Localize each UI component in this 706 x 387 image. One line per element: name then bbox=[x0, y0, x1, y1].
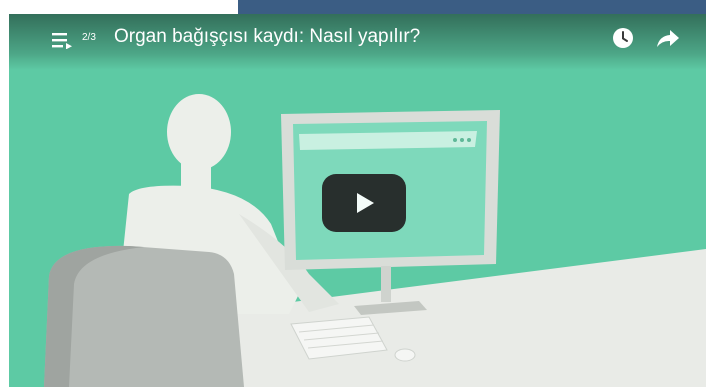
play-button[interactable] bbox=[322, 174, 406, 232]
share-arrow-icon bbox=[657, 30, 679, 47]
video-title[interactable]: Organ bağışçısı kaydı: Nasıl yapılır? bbox=[114, 26, 420, 48]
playlist-position: 2/3 bbox=[82, 32, 96, 43]
clock-icon bbox=[613, 28, 633, 48]
video-player[interactable]: 2/3 Organ bağışçısı kaydı: Nasıl yapılır… bbox=[9, 14, 706, 387]
mouse bbox=[394, 348, 416, 362]
title-bar: 2/3 Organ bağışçısı kaydı: Nasıl yapılır… bbox=[9, 14, 706, 70]
share-button[interactable] bbox=[654, 25, 682, 51]
page-header-strip bbox=[238, 0, 706, 14]
playlist-icon bbox=[52, 33, 72, 49]
watch-later-button[interactable] bbox=[610, 25, 636, 51]
play-icon bbox=[357, 193, 374, 213]
playlist-button[interactable] bbox=[49, 27, 75, 53]
